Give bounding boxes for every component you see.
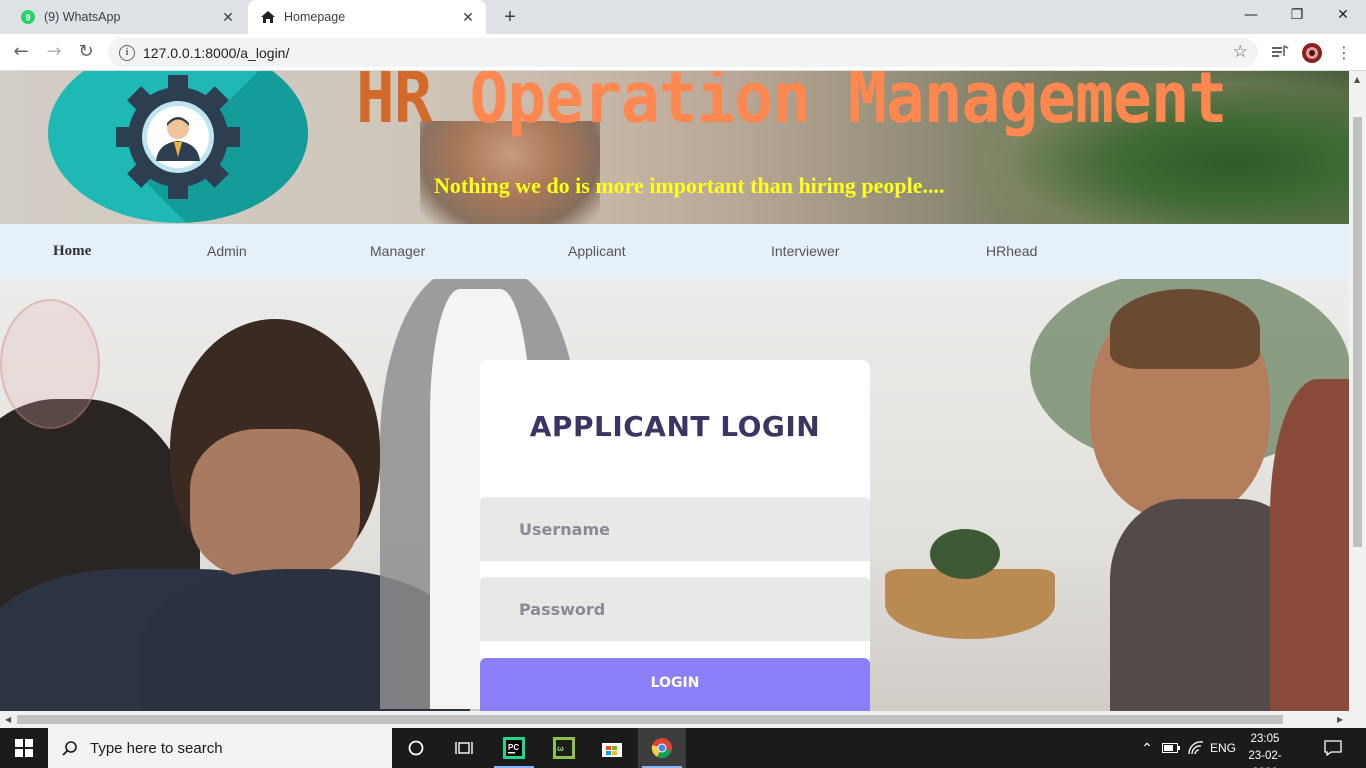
nav-link-admin[interactable]: Admin: [207, 243, 247, 259]
scroll-right-icon[interactable]: ▶: [1337, 715, 1343, 724]
login-card: APPLICANT LOGIN LOGIN: [480, 360, 870, 720]
tagline: Nothing we do is more important than hir…: [434, 173, 945, 198]
windows-start-icon[interactable]: [0, 728, 48, 768]
url-text: 127.0.0.1:8000/a_login/: [143, 44, 290, 61]
bookmark-star-icon[interactable]: ☆: [1233, 42, 1248, 62]
tab-homepage[interactable]: Homepage ✕: [248, 0, 486, 34]
tab-title: (9) WhatsApp: [44, 10, 121, 24]
browser-toolbar: ← → ↻ i 127.0.0.1:8000/a_login/ ☆ ⋮: [0, 34, 1366, 71]
page-header: HR Operation Management Nothing we do is…: [0, 71, 1349, 224]
nav-link-interviewer[interactable]: Interviewer: [771, 243, 839, 259]
scroll-left-icon[interactable]: ◀: [5, 715, 11, 724]
nav-link-applicant[interactable]: Applicant: [568, 243, 626, 259]
info-icon[interactable]: i: [119, 44, 135, 61]
nav-link-home[interactable]: Home: [53, 243, 91, 260]
task-view-icon[interactable]: [440, 728, 488, 768]
svg-text:PC: PC: [508, 743, 519, 752]
horizontal-scrollbar[interactable]: ◀ ▶: [0, 711, 1366, 728]
username-field[interactable]: [480, 497, 870, 561]
whatsapp-icon: 9: [20, 9, 36, 25]
nav-link-manager[interactable]: Manager: [370, 243, 425, 259]
media-queue-icon[interactable]: [1270, 42, 1290, 64]
horizontal-scroll-thumb[interactable]: [17, 715, 1283, 724]
forward-arrow-icon[interactable]: →: [42, 40, 66, 64]
tray-chevron-up-icon[interactable]: ⌃: [1136, 728, 1158, 768]
taskbar: Type here to search PC ω ⌃ ENG 23:05 23-…: [0, 728, 1366, 768]
battery-icon[interactable]: [1160, 728, 1182, 768]
page-title: HR Operation Management: [356, 71, 1228, 139]
notifications-icon[interactable]: [1320, 728, 1346, 768]
tab-whatsapp[interactable]: 9 (9) WhatsApp ✕: [8, 0, 246, 34]
search-icon: [62, 741, 77, 756]
main-nav: Home Admin Manager Applicant Interviewer…: [0, 224, 1349, 279]
clock-time: 23:05: [1250, 733, 1280, 745]
close-tab-icon[interactable]: ✕: [216, 9, 240, 26]
new-tab-button[interactable]: +: [498, 5, 522, 29]
search-placeholder: Type here to search: [90, 739, 223, 757]
vertical-scroll-thumb[interactable]: [1353, 117, 1362, 547]
vertical-scrollbar[interactable]: ▲: [1349, 71, 1366, 711]
minimize-icon[interactable]: —: [1228, 0, 1274, 30]
chrome-icon[interactable]: [638, 728, 686, 768]
gear-person-logo-icon: [116, 75, 240, 199]
profile-avatar-icon[interactable]: [1301, 42, 1323, 64]
store-icon[interactable]: [588, 728, 636, 768]
tab-title: Homepage: [284, 10, 346, 24]
password-field[interactable]: [480, 577, 870, 641]
pycharm-icon[interactable]: PC: [490, 728, 538, 768]
home-icon: [260, 9, 276, 25]
menu-dots-icon[interactable]: ⋮: [1336, 42, 1352, 64]
webstorm-icon[interactable]: ω: [540, 728, 588, 768]
taskbar-clock[interactable]: 23:05 23-02-2020: [1236, 731, 1294, 768]
language-indicator[interactable]: ENG: [1208, 728, 1238, 768]
tab-strip: 9 (9) WhatsApp ✕ Homepage ✕ + — ❐ ✕: [0, 0, 1366, 34]
address-bar[interactable]: i 127.0.0.1:8000/a_login/ ☆: [108, 38, 1258, 67]
scroll-up-icon[interactable]: ▲: [1354, 75, 1360, 84]
restore-icon[interactable]: ❐: [1274, 0, 1320, 30]
page-viewport: HR Operation Management Nothing we do is…: [0, 71, 1366, 728]
close-window-icon[interactable]: ✕: [1320, 0, 1366, 30]
svg-text:9: 9: [25, 13, 30, 23]
login-button[interactable]: LOGIN: [480, 658, 870, 718]
back-arrow-icon[interactable]: ←: [9, 40, 33, 64]
title-prefix: HR: [356, 71, 433, 139]
clock-date: 23-02-2020: [1248, 750, 1282, 768]
wifi-icon[interactable]: [1185, 728, 1207, 768]
title-main: Operation Management: [469, 71, 1228, 139]
svg-text:ω: ω: [557, 744, 564, 753]
taskbar-search-box[interactable]: Type here to search: [48, 728, 392, 768]
reload-icon[interactable]: ↻: [74, 40, 98, 64]
close-tab-icon[interactable]: ✕: [456, 9, 480, 26]
nav-link-hrhead[interactable]: HRhead: [986, 243, 1037, 259]
login-heading: APPLICANT LOGIN: [529, 410, 821, 443]
cortana-icon[interactable]: [392, 728, 440, 768]
